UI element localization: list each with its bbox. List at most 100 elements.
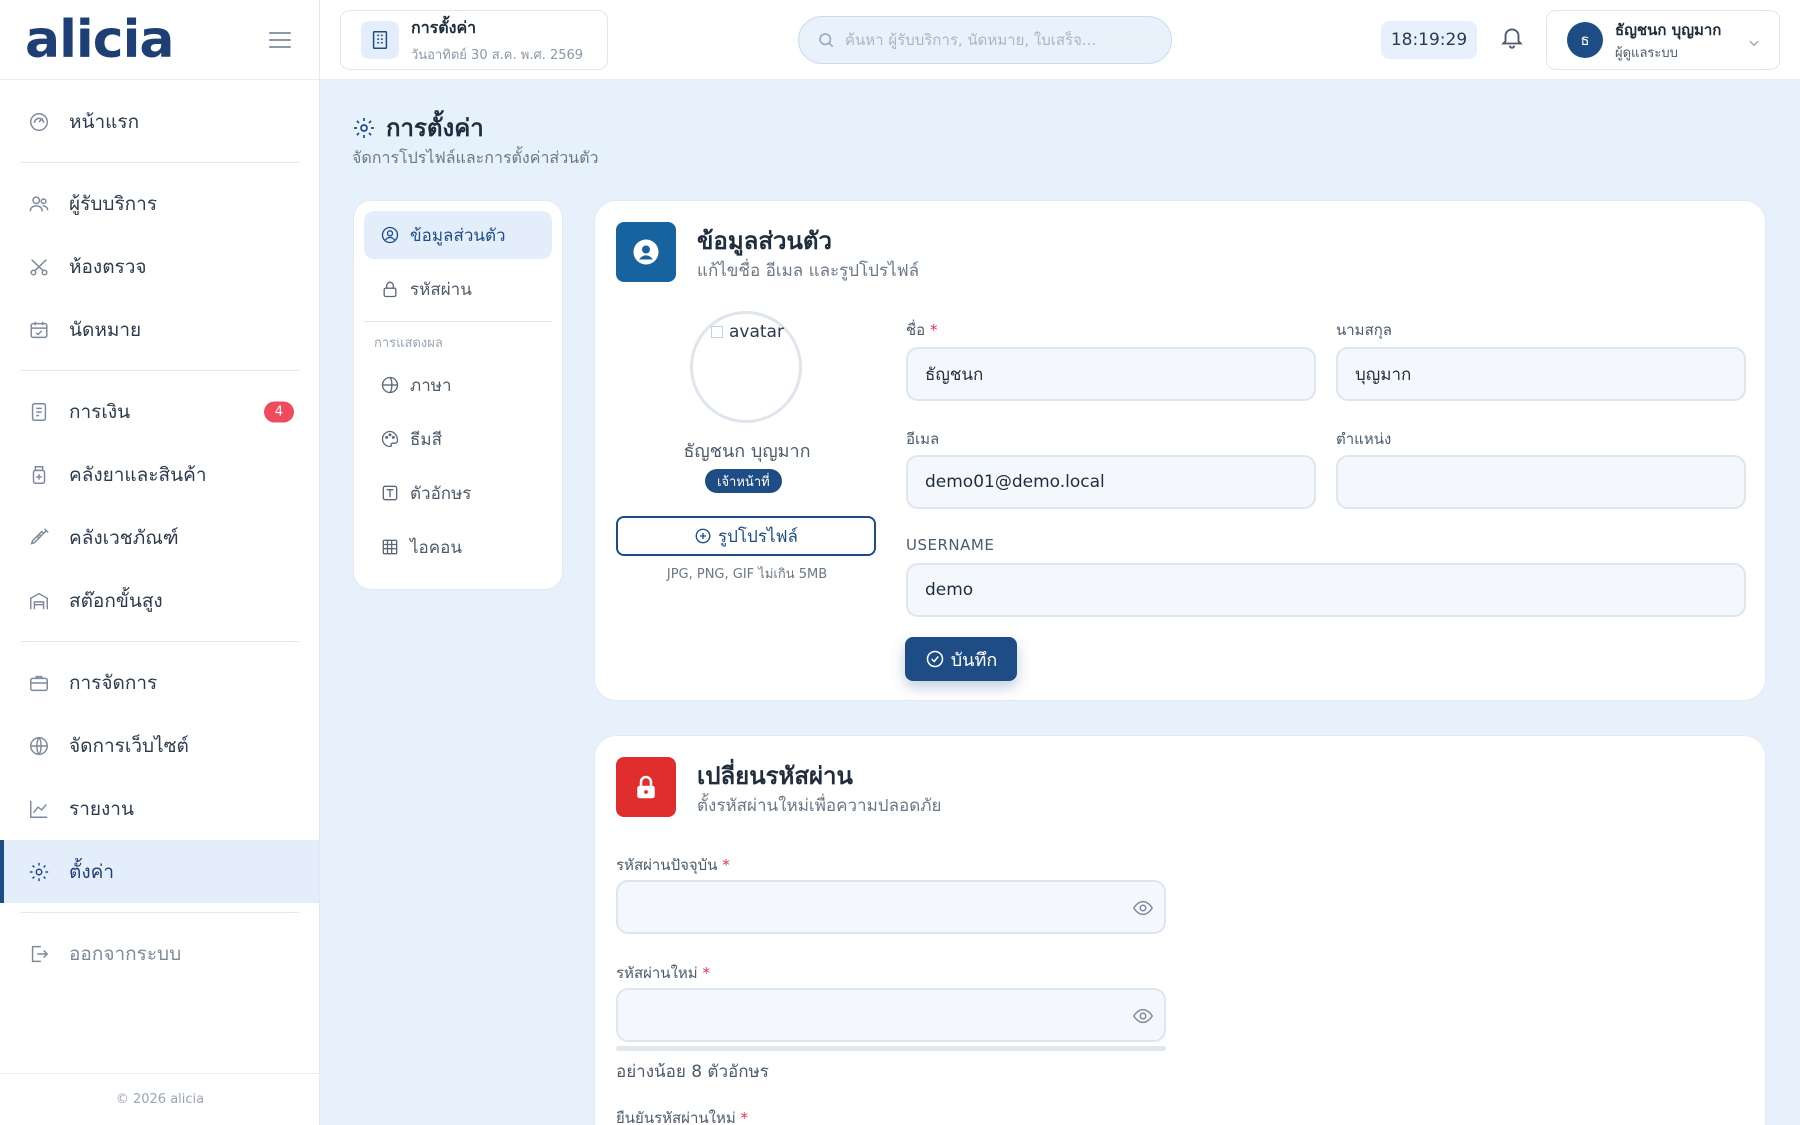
sidebar-item-label: การเงิน [69,400,131,423]
subnav-label: ธีมสี [410,429,442,450]
sidebar-item-label: คลังเวชภัณฑ์ [69,526,179,549]
logo-row: alicia [0,0,319,80]
avatar-alt-text: avatar [711,322,784,342]
grid-icon [382,539,398,555]
palette-icon [381,430,399,448]
email-field[interactable]: demo01@demo.local [906,455,1316,509]
gear-icon [27,860,51,884]
user-badge-icon [616,222,676,282]
page-heading: การตั้งค่า [386,114,484,142]
sidebar-item-management[interactable]: การจัดการ [0,651,319,714]
bell-icon[interactable] [1499,24,1529,54]
save-button[interactable]: บันทึก [905,637,1017,681]
card-title: ข้อมูลส่วนตัว [697,227,832,255]
subnav-language[interactable]: ภาษา [364,361,552,409]
password-strength-bar [616,1046,1166,1051]
subnav-icons[interactable]: ไอคอน [364,523,552,571]
sidebar-item-home[interactable]: หน้าแรก [0,90,319,153]
profile-card: ข้อมูลส่วนตัว แก้ไขชื่อ อีเมล และรูปโปรไ… [594,200,1766,701]
sidebar-item-label: การจัดการ [69,671,158,694]
warehouse-icon [27,589,51,613]
upload-avatar-button[interactable]: รูปโปรไฟล์ [616,516,876,556]
briefcase-icon [27,671,51,695]
gauge-icon [27,110,51,134]
position-field[interactable] [1336,455,1746,509]
user-name: ธัญชนก บุญมาก [1615,20,1722,39]
avatar: ธ [1567,22,1603,58]
syringe-icon [27,526,51,550]
lock-icon [383,281,397,298]
save-label: บันทึก [950,649,998,671]
sidebar-item-settings[interactable]: ตั้งค่า [0,840,319,903]
subnav-section-heading: การแสดงผล [374,336,443,351]
first-name-field[interactable]: ธัญชนก [906,347,1316,401]
email-label: อีเมล [906,430,940,448]
username-field[interactable]: demo [906,563,1746,617]
sidebar-nav: หน้าแรก ผู้รับบริการ ห้องตรวจ นัดหมาย กา… [0,80,319,985]
sidebar-item-pharmacy[interactable]: คลังยาและสินค้า [0,443,319,506]
username-label: USERNAME [906,536,995,554]
sidebar-item-medical-supplies[interactable]: คลังเวชภัณฑ์ [0,506,319,569]
last-name-field[interactable]: บุญมาก [1336,347,1746,401]
first-name-label: ชื่อ * [906,321,938,339]
new-password-field[interactable] [616,988,1166,1042]
password-card: เปลี่ยนรหัสผ่าน ตั้งรหัสผ่านใหม่เพื่อควา… [594,735,1766,1125]
logout-icon [27,942,51,966]
subnav-password[interactable]: รหัสผ่าน [364,265,552,313]
last-name-label: นามสกุล [1336,321,1392,339]
role-badge: เจ้าหน้าที่ [705,469,782,493]
sidebar-item-finance[interactable]: การเงิน 4 [0,380,319,443]
profile-display-name: ธัญชนก บุญมาก [683,441,811,462]
subnav-label: ไอคอน [410,537,462,558]
sidebar-item-label: รายงาน [69,797,134,820]
copyright: © 2026 alicia [0,1073,320,1125]
eye-icon[interactable] [1132,1005,1154,1027]
sidebar-item-reports[interactable]: รายงาน [0,777,319,840]
sidebar-item-website[interactable]: จัดการเว็บไซต์ [0,714,319,777]
gear-icon [354,117,374,138]
logo[interactable]: alicia [25,14,174,66]
user-menu[interactable]: ธ ธัญชนก บุญมาก ผู้ดูแลระบบ [1546,10,1780,70]
check-circle-icon [926,650,943,668]
current-page-title: การตั้งค่า [411,17,477,37]
position-label: ตำแหน่ง [1336,430,1392,448]
subnav-theme[interactable]: ธีมสี [364,415,552,463]
sidebar-item-label: นัดหมาย [69,318,142,341]
search-input[interactable] [845,31,1145,49]
subnav-font[interactable]: ตัวอักษร [364,469,552,517]
sidebar-item-exam-room[interactable]: ห้องตรวจ [0,235,319,298]
search-box[interactable] [798,16,1172,64]
scissors-icon [27,255,51,279]
card-subtitle: แก้ไขชื่อ อีเมล และรูปโปรไฟล์ [697,261,920,281]
user-circle-icon [381,226,399,244]
sidebar-item-advanced-stock[interactable]: สต๊อกขั้นสูง [0,569,319,632]
password-hint: อย่างน้อย 8 ตัวอักษร [616,1062,769,1082]
users-icon [27,192,51,216]
eye-icon[interactable] [1132,897,1154,919]
receipt-icon [27,400,51,424]
new-password-label: รหัสผ่านใหม่ * [616,964,710,982]
current-password-field[interactable] [616,880,1166,934]
search-icon [819,33,834,48]
topbar: การตั้งค่า วันอาทิตย์ 30 ส.ค. พ.ศ. 2569 … [320,0,1800,80]
globe-icon [27,734,51,758]
sidebar-item-label: จัดการเว็บไซต์ [69,734,189,757]
menu-toggle-icon[interactable] [269,31,291,48]
settings-subnav: ข้อมูลส่วนตัว รหัสผ่าน การแสดงผล ภาษา ธี… [353,200,563,590]
current-date: วันอาทิตย์ 30 ส.ค. พ.ศ. 2569 [411,47,584,63]
lock-icon [616,757,676,817]
logout-button[interactable]: ออกจากระบบ [0,922,319,985]
subnav-label: ข้อมูลส่วนตัว [410,225,506,246]
user-role: ผู้ดูแลระบบ [1615,45,1678,61]
subnav-profile[interactable]: ข้อมูลส่วนตัว [364,211,552,259]
card-subtitle: ตั้งรหัสผ่านใหม่เพื่อความปลอดภัย [697,796,942,816]
card-title: เปลี่ยนรหัสผ่าน [697,762,853,790]
current-page-chip: การตั้งค่า วันอาทิตย์ 30 ส.ค. พ.ศ. 2569 [340,10,608,70]
calendar-icon [27,318,51,342]
building-icon [361,21,399,59]
sidebar-item-label: สต๊อกขั้นสูง [69,589,163,612]
notification-badge: 4 [263,401,294,422]
sidebar-item-clients[interactable]: ผู้รับบริการ [0,172,319,235]
sidebar-item-label: ผู้รับบริการ [69,192,158,215]
sidebar-item-appointments[interactable]: นัดหมาย [0,298,319,361]
